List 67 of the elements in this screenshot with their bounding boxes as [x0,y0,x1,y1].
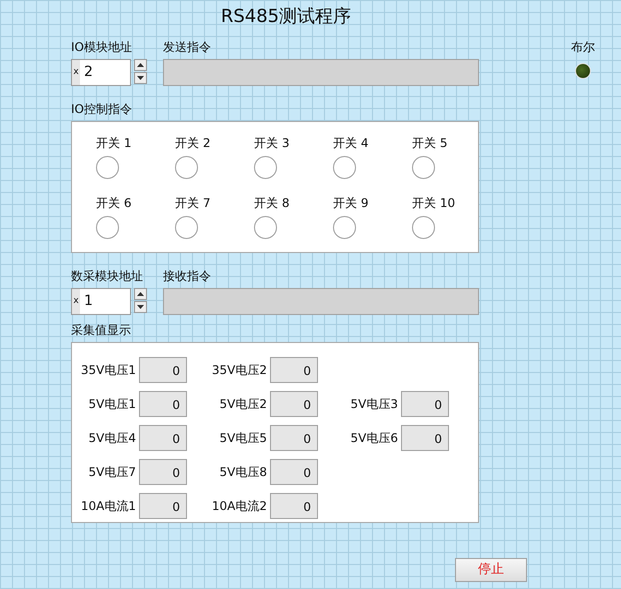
value-label: 5V电压4 [88,430,136,447]
round-switch[interactable] [175,156,198,179]
decrement-button[interactable] [134,72,147,84]
value-display: 0 [139,357,187,383]
switch-label: 开关 6 [96,195,132,212]
switch-label: 开关 9 [333,195,368,212]
decrement-button[interactable] [134,301,147,313]
value-label: 35V电压2 [212,362,267,379]
round-switch[interactable] [412,216,435,239]
radix-indicator: x [72,289,80,314]
round-switch[interactable] [254,156,277,179]
numeric-value: 1 [84,292,93,311]
up-arrow-icon [137,292,144,296]
value-label: 10A电流2 [212,498,267,515]
value-label: 5V电压2 [220,396,267,413]
daq-address-field[interactable]: x 1 [71,288,131,315]
down-arrow-icon [137,305,144,309]
io-address-label: IO模块地址 [71,40,133,55]
value-display: 0 [270,459,318,485]
value-label: 35V电压1 [80,362,136,379]
switch-label: 开关 7 [175,195,210,212]
value-display: 0 [139,493,187,519]
switch-label: 开关 5 [412,135,448,152]
switch-label: 开关 1 [96,135,132,152]
round-switch[interactable] [333,216,356,239]
acquisition-label: 采集值显示 [71,323,132,338]
value-label: 10A电流1 [80,498,136,515]
value-display: 0 [139,425,187,451]
value-label: 5V电压1 [88,396,136,413]
value-label: 5V电压7 [88,464,136,481]
value-display: 0 [401,391,449,417]
panel-title: RS485测试程序 [220,5,352,29]
numeric-value: 2 [84,63,93,82]
send-command-label: 发送指令 [163,40,212,55]
up-arrow-icon [137,63,144,67]
switch-label: 开关 4 [333,135,368,152]
switch-label: 开关 3 [254,135,290,152]
value-label: 5V电压5 [220,430,267,447]
switch-label: 开关 2 [175,135,210,152]
receive-command-label: 接收指令 [163,269,212,284]
value-label: 5V电压6 [350,430,398,447]
switch-label: 开关 8 [254,195,290,212]
increment-button[interactable] [134,288,147,300]
io-control-label: IO控制指令 [71,102,133,117]
led-label: 布尔 [571,40,595,55]
increment-button[interactable] [134,59,147,71]
value-label: 5V电压3 [350,396,398,413]
round-switch[interactable] [333,156,356,179]
radix-indicator: x [72,60,80,85]
io-address-field[interactable]: x 2 [71,59,131,86]
round-switch[interactable] [412,156,435,179]
round-switch[interactable] [175,216,198,239]
value-display: 0 [270,425,318,451]
value-display: 0 [270,391,318,417]
round-switch[interactable] [254,216,277,239]
value-display: 0 [270,357,318,383]
value-display: 0 [139,391,187,417]
value-label: 5V电压8 [220,464,267,481]
value-display: 0 [401,425,449,451]
daq-address-label: 数采模块地址 [71,269,144,284]
round-switch[interactable] [96,156,119,179]
value-display: 0 [139,459,187,485]
switch-label: 开关 10 [412,195,456,212]
round-switch[interactable] [96,216,119,239]
value-display: 0 [270,493,318,519]
stop-button[interactable]: 停止 [455,558,527,582]
down-arrow-icon [137,76,144,80]
